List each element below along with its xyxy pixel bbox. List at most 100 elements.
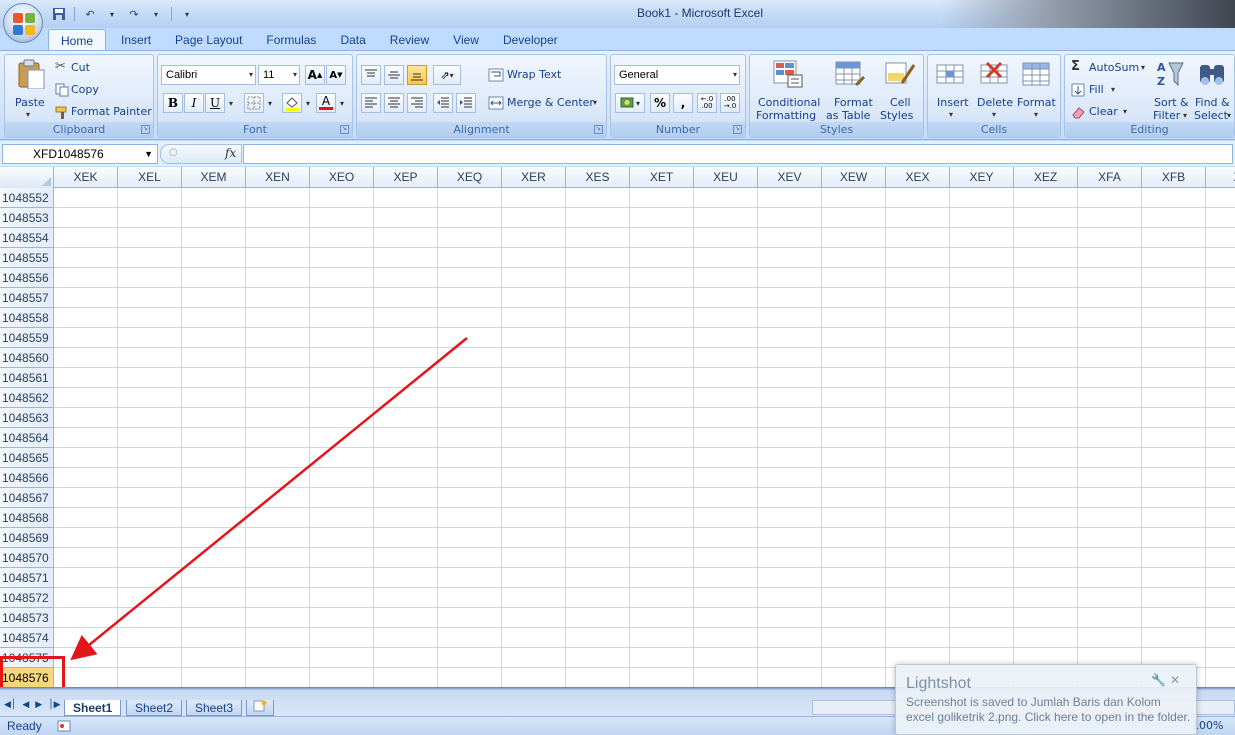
decrease-indent-icon[interactable] [433,93,453,113]
format-cells-button[interactable]: Format ▾ [1016,57,1060,121]
clear-button[interactable]: Clear ▾ [1069,103,1129,121]
italic-button[interactable]: I [184,93,204,113]
column-header[interactable]: XEK [54,167,118,188]
row-header[interactable]: 1048572 [0,588,54,608]
tab-developer[interactable]: Developer [491,29,570,51]
row-header[interactable]: 1048566 [0,468,54,488]
sheet-tab-sheet3[interactable]: Sheet3 [186,700,243,716]
redo-icon[interactable]: ↷ [125,6,143,23]
align-center-icon[interactable] [384,93,404,113]
wrap-text-button[interactable]: Wrap Text [486,65,586,85]
insert-function-icon[interactable]: fx [225,146,236,160]
column-header[interactable]: XEM [182,167,246,188]
align-bottom-icon[interactable] [407,65,427,85]
column-header[interactable]: XEW [822,167,886,188]
next-sheet-icon[interactable]: ▶ [35,700,42,710]
column-header[interactable]: XEZ [1014,167,1078,188]
font-color-button[interactable]: A [316,93,336,113]
row-header[interactable]: 1048563 [0,408,54,428]
row-header[interactable]: 1048561 [0,368,54,388]
row-header[interactable]: 1048574 [0,628,54,648]
prev-sheet-icon[interactable]: ◀ [22,700,29,710]
align-middle-icon[interactable] [384,65,404,85]
row-header[interactable]: 1048573 [0,608,54,628]
underline-button[interactable]: U [205,93,225,113]
row-header[interactable]: 1048553 [0,208,54,228]
column-header[interactable]: XET [630,167,694,188]
row-header[interactable]: 1048568 [0,508,54,528]
column-header[interactable]: XEO [310,167,374,188]
row-header[interactable]: 1048552 [0,188,54,208]
last-sheet-icon[interactable]: │▶ [48,700,60,710]
row-header[interactable]: 1048570 [0,548,54,568]
number-format-combo[interactable]: General ▾ [614,65,740,85]
number-dialog-launcher[interactable]: ↘ [733,125,742,134]
column-header[interactable]: XEV [758,167,822,188]
tab-data[interactable]: Data [328,29,377,51]
undo-icon[interactable]: ↶ [81,6,99,23]
find-select-button[interactable]: Find & Select ▾ [1192,57,1234,122]
grow-font-button[interactable]: A ▲ [305,65,325,85]
tab-view[interactable]: View [441,29,491,51]
font-size-combo[interactable]: 11 ▾ [258,65,300,85]
row-header[interactable]: 1048567 [0,488,54,508]
font-name-combo[interactable]: Calibri ▾ [161,65,256,85]
column-header[interactable]: XEN [246,167,310,188]
cell-styles-button[interactable]: Cell Styles [878,57,923,122]
sheet-tab-sheet1[interactable]: Sheet1 [64,700,122,716]
row-header[interactable]: 1048559 [0,328,54,348]
column-header[interactable]: XEU [694,167,758,188]
alignment-dialog-launcher[interactable]: ↘ [594,125,603,134]
column-header[interactable]: XER [502,167,566,188]
comma-button[interactable]: , [673,93,693,113]
align-right-icon[interactable] [407,93,427,113]
lightshot-notification[interactable]: Lightshot 🔧 ✕ Screenshot is saved to Jum… [895,664,1197,735]
decrease-decimal-icon[interactable]: .00 →.0 [720,93,740,113]
clipboard-dialog-launcher[interactable]: ↘ [141,125,150,134]
font-dialog-launcher[interactable]: ↘ [340,125,349,134]
borders-icon[interactable] [244,93,264,113]
macro-record-icon[interactable] [57,720,71,735]
tab-formulas[interactable]: Formulas [254,29,328,51]
insert-sheet-icon[interactable] [246,700,274,716]
format-as-table-button[interactable]: Format as Table [824,57,876,122]
row-header[interactable]: 1048554 [0,228,54,248]
column-header[interactable]: XEQ [438,167,502,188]
tab-page-layout[interactable]: Page Layout [163,29,254,51]
office-button[interactable] [3,3,43,43]
underline-dropdown-icon[interactable]: ▾ [226,93,236,113]
sort-filter-button[interactable]: A Z Sort & Filter ▾ [1151,57,1191,122]
redo-dropdown-icon[interactable]: ▾ [147,6,165,23]
copy-button[interactable]: Copy [53,81,113,99]
row-header[interactable]: 1048558 [0,308,54,328]
merge-center-button[interactable]: Merge & Center ▾ [486,93,604,113]
column-header[interactable]: XEL [118,167,182,188]
borders-dropdown-icon[interactable]: ▾ [265,93,275,113]
row-header[interactable]: 1048571 [0,568,54,588]
sheet-tab-sheet2[interactable]: Sheet2 [126,700,183,716]
select-all-corner[interactable] [0,167,54,188]
bold-button[interactable]: B [163,93,183,113]
align-left-icon[interactable] [361,93,381,113]
name-box[interactable]: XFD1048576 ▼ [2,144,158,164]
increase-indent-icon[interactable] [456,93,476,113]
increase-decimal-icon[interactable]: ←.0.00 [697,93,717,113]
column-header[interactable]: XFA [1078,167,1142,188]
delete-cells-button[interactable]: Delete ▾ [974,57,1016,121]
accounting-format-icon[interactable]: ▾ [615,93,645,113]
font-color-dropdown-icon[interactable]: ▾ [337,93,347,113]
customize-icon[interactable]: ▾ [178,6,196,23]
column-header[interactable]: XEY [950,167,1014,188]
row-header[interactable]: 1048565 [0,448,54,468]
column-header[interactable]: XES [566,167,630,188]
fill-color-icon[interactable] [282,93,302,113]
row-header[interactable]: 1048555 [0,248,54,268]
column-header[interactable]: X [1206,167,1235,188]
row-header[interactable]: 1048557 [0,288,54,308]
tab-review[interactable]: Review [378,29,441,51]
row-header[interactable]: 1048564 [0,428,54,448]
shrink-font-button[interactable]: A ▼ [326,65,346,85]
row-header[interactable]: 1048556 [0,268,54,288]
orientation-icon[interactable]: ⇗ ▾ [433,65,461,85]
percent-button[interactable]: % [650,93,670,113]
